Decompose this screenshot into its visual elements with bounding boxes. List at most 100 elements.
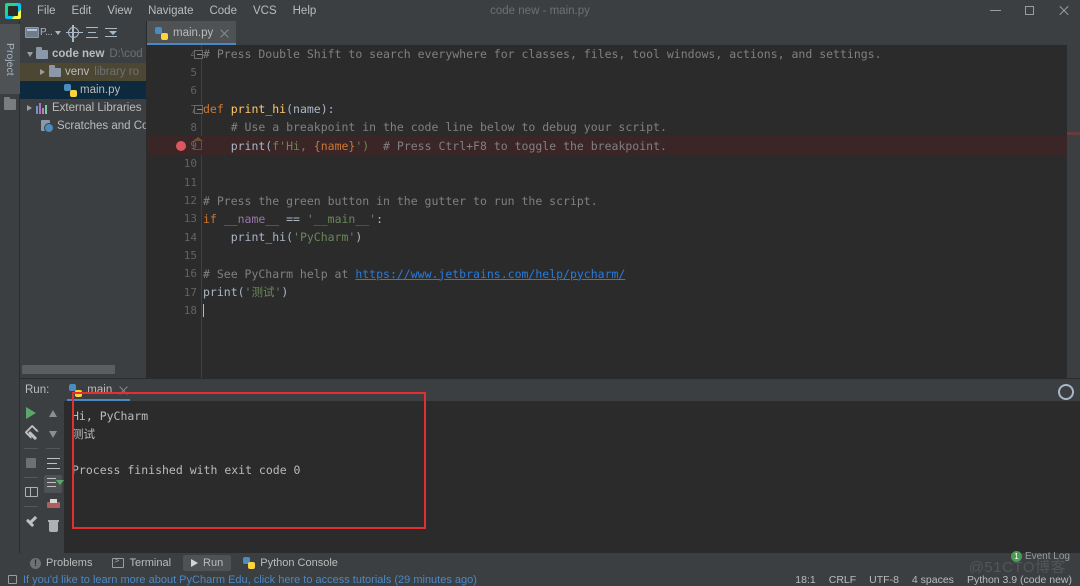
run-panel-header: Run: main [20,379,1080,401]
menu-item-file[interactable]: File [29,3,64,19]
scroll-to-end-button[interactable] [44,475,64,493]
gutter: 16 [147,265,202,283]
run-play-icon [191,559,199,567]
menu-item-code[interactable]: Code [201,3,245,19]
tree-item-label: Scratches and Cor [57,120,146,132]
project-tree: code new D:\cod venv library ro main.py … [20,44,146,135]
gutter: 13 [147,210,202,228]
run-tab-label: main [87,384,113,396]
menu-item-help[interactable]: Help [285,3,325,19]
run-line-marker-icon[interactable] [192,136,203,150]
project-panel-hscrollbar[interactable] [22,365,142,374]
tree-item-external-libraries[interactable]: External Libraries [20,99,146,117]
code-line-12: 12 # Press the green button in the gutte… [147,191,1080,209]
library-icon [35,102,49,114]
tree-item-main-py[interactable]: main.py [20,81,146,99]
fold-marker-icon[interactable] [194,49,203,59]
sidebar-tab-project[interactable]: Project [0,24,20,94]
run-label: Run: [25,384,50,396]
tree-item-venv[interactable]: venv library ro [20,63,146,81]
status-message[interactable]: If you'd like to learn more about PyChar… [23,574,477,586]
code-line-16: 16 # See PyCharm help at https://www.jet… [147,265,1080,283]
collapse-all-button[interactable] [84,24,101,41]
clear-all-button[interactable] [44,517,62,535]
tree-item-code-new[interactable]: code new D:\cod [20,45,146,63]
gutter: 6 [147,82,202,100]
gutter: 4 [147,45,203,63]
code-editor[interactable]: 4 # Press Double Shift to search everywh… [147,45,1080,378]
code-text [202,303,204,318]
status-indent[interactable]: 4 spaces [912,574,954,586]
code-line-4: 4 # Press Double Shift to search everywh… [147,45,1080,63]
minimize-button[interactable] [978,0,1012,21]
menu-item-edit[interactable]: Edit [64,3,100,19]
scrollbar-thumb[interactable] [22,365,115,374]
menu-item-navigate[interactable]: Navigate [140,3,201,19]
bottom-tab-problems[interactable]: ! Problems [22,555,100,571]
next-occurrence-button[interactable] [44,425,62,443]
close-icon[interactable] [119,386,128,395]
run-console-output[interactable]: Hi, PyCharm 测试 Process finished with exi… [64,401,1080,554]
editor-marker-gutter[interactable] [1067,45,1080,378]
tree-item-label: main.py [80,84,121,96]
title-bar: File Edit View Navigate Code VCS Help co… [0,0,1080,21]
gutter: 7 [147,100,203,118]
code-text: # Use a breakpoint in the code line belo… [203,120,667,135]
help-url-link[interactable]: https://www.jetbrains.com/help/pycharm/ [355,267,625,281]
code-line-13: 13 if __name__ == '__main__': [147,210,1080,228]
layout-button[interactable] [22,483,40,501]
tree-item-scratches[interactable]: Scratches and Cor [20,117,146,135]
prev-occurrence-button[interactable] [44,404,62,422]
twisty-right-icon[interactable] [37,69,48,75]
structure-folder-icon[interactable] [4,97,16,110]
print-button[interactable] [44,496,62,514]
run-panel-body: Hi, PyCharm 测试 Process finished with exi… [20,401,1080,554]
status-encoding[interactable]: UTF-8 [869,574,899,586]
bottom-tab-python-console[interactable]: Python Console [235,555,346,571]
menu-item-view[interactable]: View [99,3,140,19]
line-number: 5 [190,65,197,79]
debug-button[interactable] [22,425,40,443]
maximize-button[interactable] [1012,0,1046,21]
line-number: 16 [183,267,197,281]
code-text: print(f'Hi, {name}') # Press Ctrl+F8 to … [203,138,667,153]
status-caret-position[interactable]: 18:1 [795,574,815,586]
python-console-icon [243,557,256,569]
expand-all-button[interactable] [103,24,120,41]
bottom-tab-run[interactable]: Run [183,555,232,571]
editor-tab-main-py[interactable]: main.py [147,21,237,45]
bottom-tab-terminal[interactable]: Terminal [104,555,179,571]
gutter: 17 [147,283,202,301]
menu-item-vcs[interactable]: VCS [245,3,285,19]
locate-file-button[interactable] [65,24,83,42]
run-tab-main[interactable]: main [63,382,134,401]
twisty-down-icon[interactable] [24,51,35,57]
status-line-separator[interactable]: CRLF [829,574,856,586]
menu-bar: File Edit View Navigate Code VCS Help [29,3,324,19]
close-button[interactable] [1046,0,1080,21]
bottom-tab-label: Terminal [129,557,172,569]
code-line-9: 9 print(f'Hi, {name}') # Press Ctrl+F8 t… [147,136,1080,155]
rerun-button[interactable] [22,404,40,422]
gutter: 14 [147,228,202,246]
gutter: 12 [147,191,202,209]
line-number: 6 [190,84,197,98]
close-icon[interactable] [220,29,229,38]
project-view-selector[interactable]: P... [23,26,63,39]
code-line-8: 8 # Use a breakpoint in the code line be… [147,118,1080,136]
gear-icon[interactable] [1057,383,1074,400]
pin-button[interactable] [22,512,40,530]
breakpoint-icon[interactable] [176,140,186,151]
twisty-right-icon[interactable] [24,105,35,111]
status-checkbox-icon[interactable] [8,575,17,584]
fold-marker-icon[interactable] [194,104,203,114]
python-file-icon [69,383,83,397]
rerun-play-icon [26,407,36,419]
code-line-15: 15 [147,246,1080,264]
breakpoint-marker[interactable] [1067,132,1080,135]
status-interpreter[interactable]: Python 3.9 (code new) [967,574,1072,586]
stop-button[interactable] [22,454,40,472]
soft-wrap-button[interactable] [44,454,62,472]
gutter: 5 [147,63,202,81]
maximize-icon [1024,6,1034,15]
